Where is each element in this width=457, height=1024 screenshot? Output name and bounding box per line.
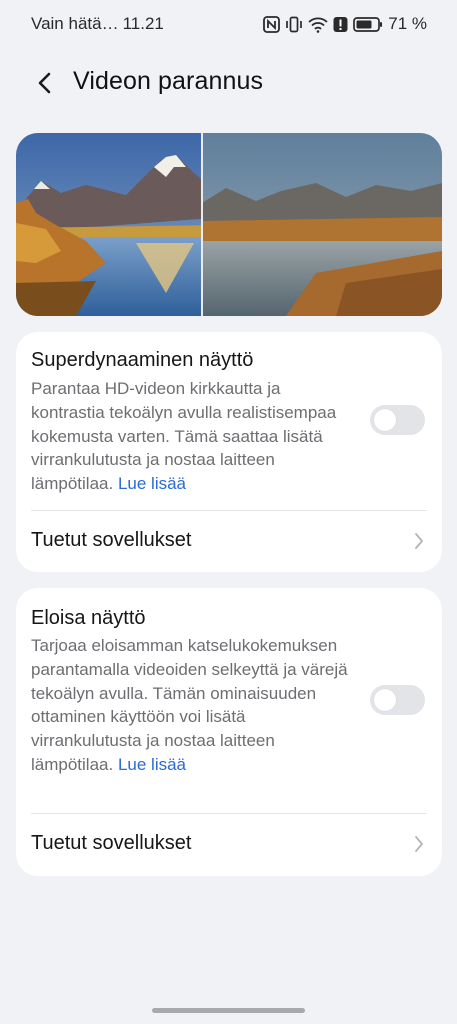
nfc-icon: [263, 15, 281, 33]
section-description: Parantaa HD-videon kirkkautta ja kontras…: [31, 377, 356, 496]
vibrate-icon: [285, 16, 303, 33]
page-title: Videon parannus: [73, 67, 264, 95]
clock: 11.21: [122, 14, 164, 33]
section-description: Tarjoaa eloisamman katselukokemuksen par…: [31, 634, 356, 777]
description-text: Tarjoaa eloisamman katselukokemuksen par…: [31, 636, 348, 774]
home-indicator[interactable]: [152, 1008, 305, 1013]
section-title: Superdynaaminen näyttö: [31, 349, 254, 371]
wifi-icon: [308, 16, 328, 33]
chevron-right-icon: [414, 835, 424, 858]
row-label: Tuetut sovellukset: [31, 832, 192, 854]
toggle-knob: [374, 409, 396, 431]
section-title: Eloisa näyttö: [31, 607, 146, 629]
status-bar: Vain hätä… 11.21 71 %: [0, 0, 457, 48]
superdynamic-toggle[interactable]: [370, 405, 425, 435]
battery-percent: 71 %: [388, 14, 427, 33]
divider: [31, 510, 427, 511]
learn-more-link[interactable]: Lue lisää: [118, 755, 186, 774]
divider: [31, 813, 427, 814]
status-left: Vain hätä… 11.21: [31, 14, 164, 34]
card-vivid-display: Eloisa näyttö Tarjoaa eloisamman katselu…: [16, 588, 442, 876]
toggle-knob: [374, 689, 396, 711]
hero-comparison-image: [16, 133, 442, 316]
chevron-right-icon: [414, 532, 424, 555]
header: Videon parannus: [0, 58, 457, 106]
alert-icon: [333, 16, 348, 33]
vivid-display-toggle[interactable]: [370, 685, 425, 715]
row-label: Tuetut sovellukset: [31, 529, 192, 551]
battery-icon: [353, 16, 383, 33]
status-right: 71 %: [263, 14, 427, 34]
learn-more-link[interactable]: Lue lisää: [118, 474, 186, 493]
carrier-label: Vain hätä…: [31, 14, 119, 33]
supported-apps-row[interactable]: Tuetut sovellukset: [16, 512, 442, 570]
back-arrow-icon[interactable]: [30, 68, 60, 98]
supported-apps-row[interactable]: Tuetut sovellukset: [16, 815, 442, 873]
card-superdynamic-display: Superdynaaminen näyttö Parantaa HD-video…: [16, 332, 442, 572]
